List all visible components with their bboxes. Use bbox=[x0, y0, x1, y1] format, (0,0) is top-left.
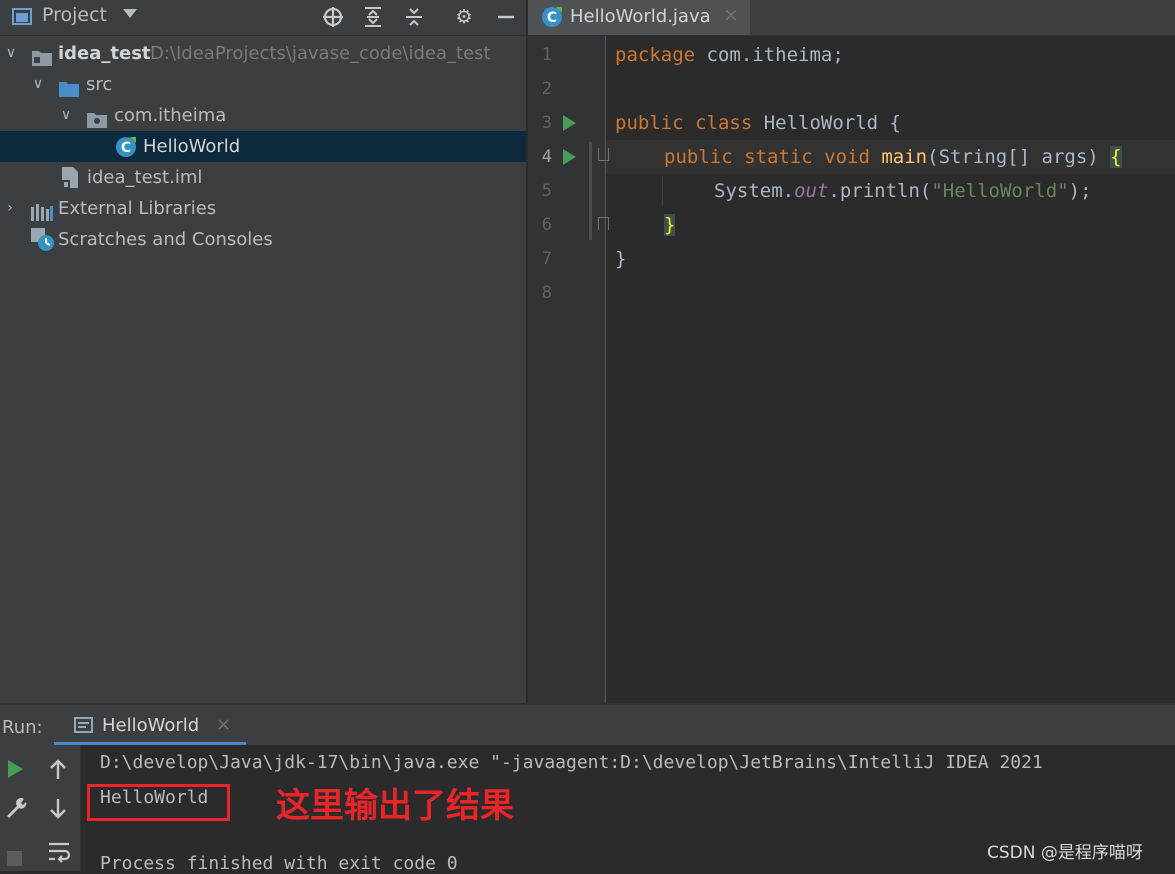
highlight-box bbox=[87, 784, 230, 821]
run-toolbar bbox=[0, 745, 81, 871]
tree-item-src[interactable]: ∨ src bbox=[0, 69, 526, 100]
line-number: 5 bbox=[541, 181, 552, 201]
down-arrow-icon[interactable] bbox=[47, 797, 69, 825]
line-number: 2 bbox=[541, 79, 552, 99]
fold-icon[interactable] bbox=[598, 148, 609, 161]
source-folder-icon bbox=[59, 76, 79, 97]
change-marker bbox=[589, 142, 592, 240]
code-line-5: System.out.println("HelloWorld"); bbox=[714, 180, 1092, 202]
line-number: 6 bbox=[541, 215, 552, 235]
chevron-down-icon[interactable]: ∨ bbox=[31, 69, 45, 100]
tree-item-label: HelloWorld bbox=[143, 136, 241, 157]
stop-icon[interactable] bbox=[7, 851, 22, 866]
tree-item-label: com.itheima bbox=[114, 105, 227, 126]
package-icon bbox=[87, 107, 107, 128]
line-number: 1 bbox=[541, 45, 552, 65]
chevron-down-icon[interactable]: ∨ bbox=[4, 38, 18, 69]
run-tab-label: HelloWorld bbox=[102, 715, 200, 736]
matched-brace: { bbox=[1110, 146, 1122, 168]
minimize-icon[interactable] bbox=[495, 6, 517, 28]
editor-tab-label: HelloWorld.java bbox=[570, 6, 711, 27]
soft-wrap-icon[interactable] bbox=[47, 839, 71, 867]
watermark: CSDN @是程序喵呀 bbox=[987, 843, 1143, 863]
project-view-title[interactable]: Project bbox=[42, 4, 107, 26]
close-icon[interactable]: × bbox=[216, 714, 231, 735]
indent-guide bbox=[662, 176, 663, 206]
java-class-icon: C bbox=[115, 136, 137, 158]
expand-all-icon[interactable] bbox=[362, 6, 384, 28]
tree-item-com-itheima[interactable]: ∨ com.itheima bbox=[0, 100, 526, 131]
run-panel-label: Run: bbox=[2, 717, 43, 738]
collapse-all-icon[interactable] bbox=[403, 6, 425, 28]
run-gutter-icon[interactable] bbox=[563, 149, 576, 165]
annotation-text: 这里输出了结果 bbox=[276, 786, 514, 826]
run-tab-helloworld[interactable]: HelloWorld × bbox=[54, 705, 246, 746]
iml-file-icon bbox=[62, 167, 82, 188]
run-gutter-icon[interactable] bbox=[563, 115, 576, 131]
code-line-6: } bbox=[664, 208, 676, 242]
tree-item-label: idea_test.iml bbox=[87, 167, 203, 188]
up-arrow-icon[interactable] bbox=[47, 757, 69, 785]
project-path: D:\IdeaProjects\javase_code\idea_test bbox=[150, 43, 491, 64]
svg-text:C: C bbox=[121, 140, 131, 156]
tree-item-helloworld[interactable]: C HelloWorld bbox=[0, 131, 526, 162]
module-folder-icon bbox=[32, 45, 52, 66]
run-panel-header: Run: HelloWorld × bbox=[0, 703, 1175, 747]
tree-item-external-libraries[interactable]: › External Libraries bbox=[0, 193, 526, 224]
run-icon[interactable] bbox=[8, 760, 23, 778]
target-icon[interactable] bbox=[322, 6, 344, 28]
chevron-down-icon[interactable]: ∨ bbox=[59, 100, 73, 131]
line-number: 3 bbox=[541, 113, 552, 133]
fold-icon[interactable] bbox=[598, 217, 609, 230]
tree-item-scratches[interactable]: Scratches and Consoles bbox=[0, 224, 526, 255]
tree-item-idea-test[interactable]: ∨ idea_test D:\IdeaProjects\javase_code\… bbox=[0, 38, 526, 69]
code-line-1: package com.itheima; bbox=[615, 44, 844, 66]
line-number: 7 bbox=[541, 249, 552, 269]
code-line-4: public static void main(String[] args) { bbox=[664, 146, 1122, 168]
tree-item-iml[interactable]: idea_test.iml bbox=[0, 162, 526, 193]
svg-text:C: C bbox=[547, 10, 557, 26]
line-number: 8 bbox=[541, 283, 552, 303]
line-number: 4 bbox=[541, 147, 552, 167]
chevron-down-icon[interactable] bbox=[123, 9, 137, 18]
tree-item-label: External Libraries bbox=[58, 198, 217, 219]
java-class-icon: C bbox=[541, 6, 563, 28]
console-icon bbox=[74, 717, 93, 733]
editor-tab-helloworld[interactable]: C HelloWorld.java × bbox=[528, 0, 750, 35]
project-panel-header: Project ⚙ bbox=[0, 0, 526, 36]
console-line: D:\develop\Java\jdk-17\bin\java.exe "-ja… bbox=[100, 752, 1043, 773]
matched-brace: } bbox=[664, 214, 676, 236]
chevron-right-icon[interactable]: › bbox=[3, 193, 17, 224]
tree-item-label: idea_test bbox=[58, 43, 151, 64]
library-icon bbox=[31, 200, 53, 221]
code-line-7: } bbox=[615, 248, 627, 270]
close-icon[interactable]: × bbox=[723, 4, 739, 26]
gear-icon[interactable]: ⚙ bbox=[453, 6, 475, 28]
tree-item-label: Scratches and Consoles bbox=[58, 229, 273, 250]
code-line-3: public class HelloWorld { bbox=[615, 112, 901, 134]
wrench-icon[interactable] bbox=[4, 796, 28, 824]
scratches-icon bbox=[31, 228, 55, 252]
project-icon bbox=[12, 8, 32, 25]
tree-item-label: src bbox=[86, 74, 113, 95]
